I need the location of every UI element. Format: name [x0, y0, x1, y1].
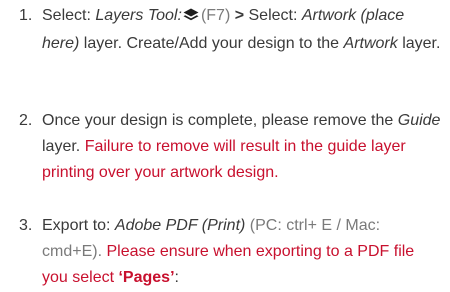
select-prefix: Select: — [42, 7, 96, 24]
colon: : — [174, 269, 179, 286]
warning-text: Failure to remove will result in the gui… — [42, 138, 406, 181]
separator: > — [230, 7, 249, 24]
shortcut: (F7) — [200, 7, 231, 24]
step-number: 2. — [19, 112, 33, 129]
step-1: 1. Select: Layers Tool: (F7) > Select: Ar… — [0, 3, 450, 57]
step-body: Once your design is complete, please rem… — [42, 108, 442, 186]
step-number: 1. — [19, 7, 33, 24]
guide-layer-name: Guide — [397, 112, 441, 129]
step-text-end: layer. — [397, 35, 441, 52]
layers-icon — [183, 5, 199, 31]
step-text: Once your design is complete, please rem… — [42, 112, 398, 129]
export-label: Export to: — [42, 217, 115, 234]
pages-option: ‘Pages’ — [118, 269, 175, 286]
select-prefix-2: Select: — [248, 7, 302, 24]
export-format: Adobe PDF (Print) — [114, 217, 246, 234]
step-body: Select: Layers Tool: (F7) > Select: Artwo… — [42, 3, 442, 57]
artwork-label: Artwork — [343, 35, 398, 52]
step-body: Export to: Adobe PDF (Print) (PC: ctrl+ … — [42, 213, 442, 291]
step-text: layer. Create/Add your design to the — [79, 35, 344, 52]
step-2: 2. Once your design is complete, please … — [0, 108, 450, 186]
step-3: 3. Export to: Adobe PDF (Print) (PC: ctr… — [0, 213, 450, 291]
step-number: 3. — [19, 217, 33, 234]
layers-tool-name: Layers Tool: — [95, 7, 182, 24]
step-text-mid: layer. — [42, 138, 85, 155]
